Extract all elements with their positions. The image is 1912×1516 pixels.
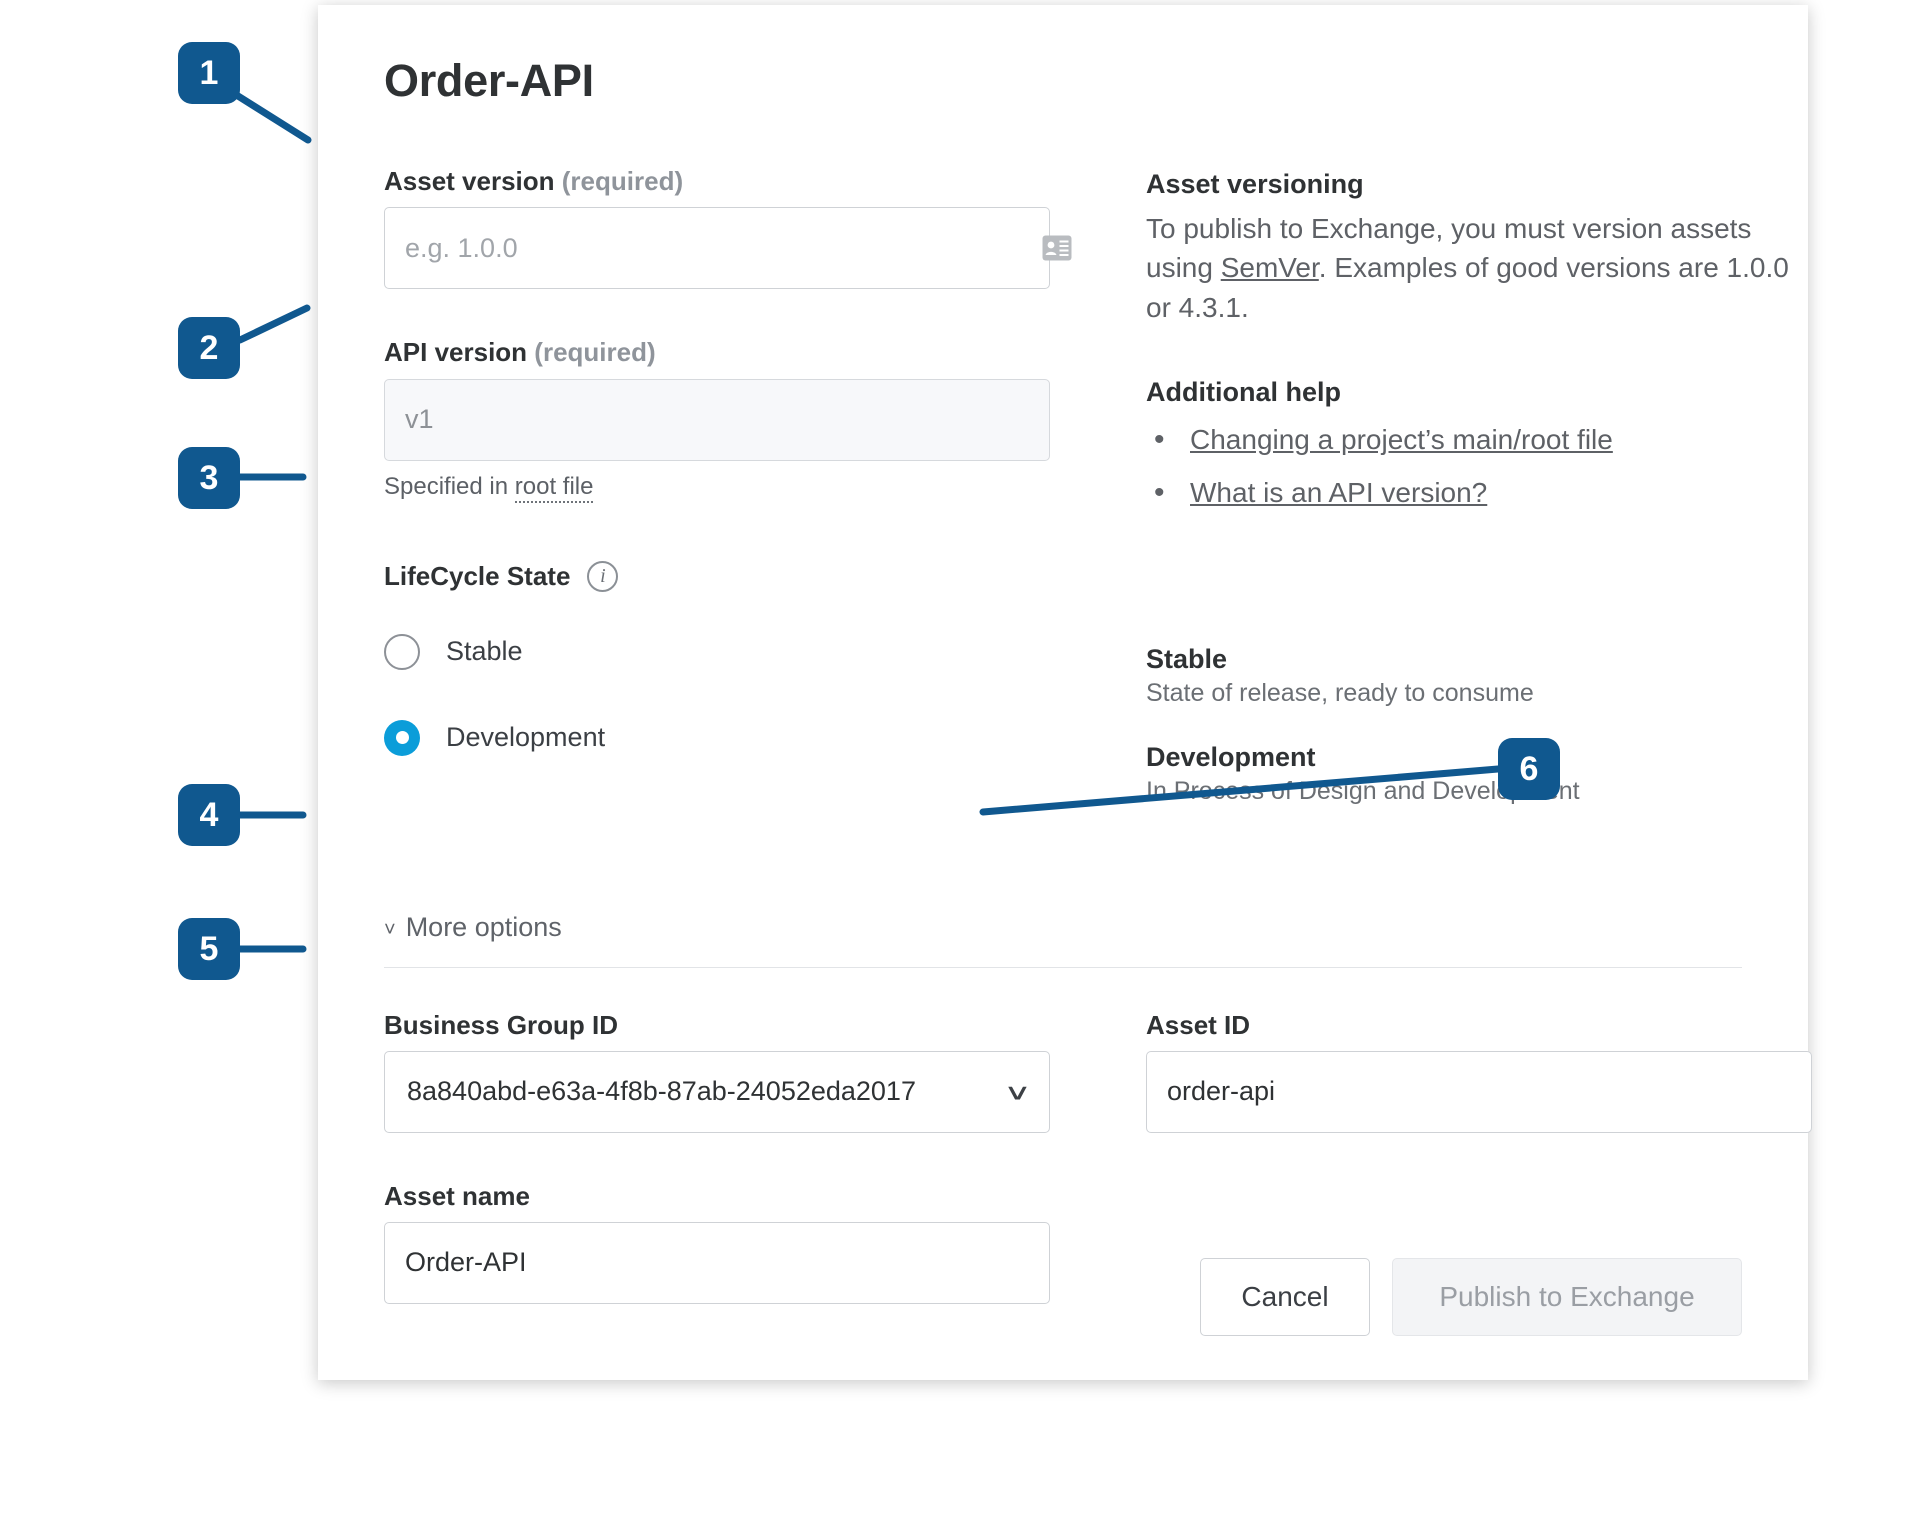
callout-connectors: [0, 0, 1912, 1516]
callout-badge-6: 6: [1498, 738, 1560, 800]
callout-badge-1: 1: [178, 42, 240, 104]
callout-badge-2: 2: [178, 317, 240, 379]
callout-badge-4: 4: [178, 784, 240, 846]
callout-badge-5: 5: [178, 918, 240, 980]
callout-badge-3: 3: [178, 447, 240, 509]
